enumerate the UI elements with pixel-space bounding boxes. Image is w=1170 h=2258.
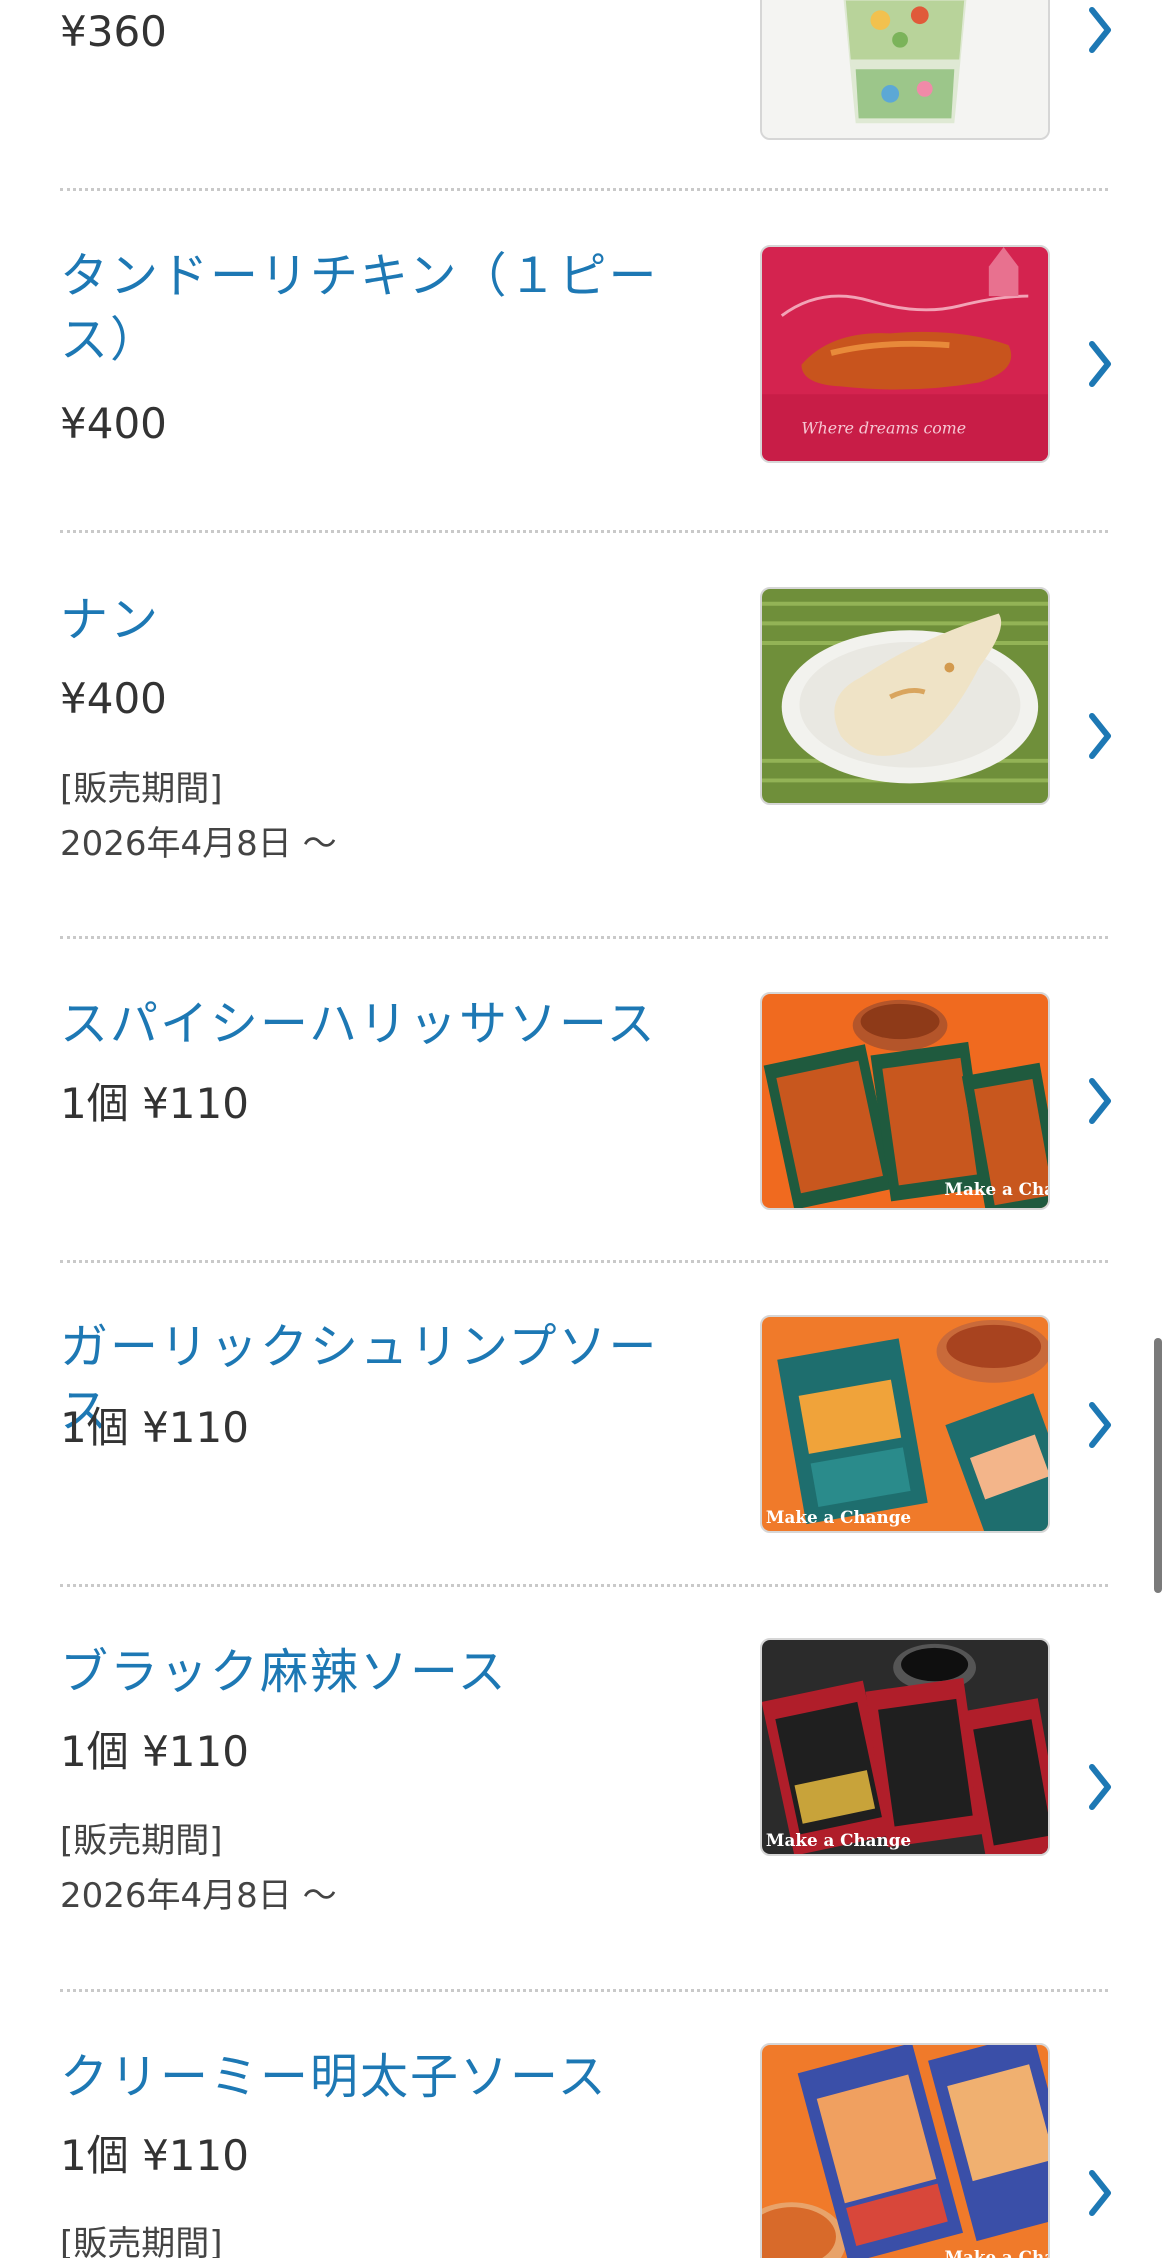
- item-image-tandoori-chicken[interactable]: Where dreams come: [760, 245, 1050, 463]
- item-name[interactable]: タンドーリチキン（１ピース）: [60, 244, 680, 372]
- chevron-right-icon[interactable]: [1080, 706, 1120, 766]
- chevron-right-icon[interactable]: [1080, 1757, 1120, 1817]
- svg-text:Where dreams come: Where dreams come: [801, 419, 966, 438]
- svg-text:Make a Change: Make a Change: [766, 1830, 911, 1850]
- item-image-naan[interactable]: [760, 587, 1050, 805]
- divider: [60, 1260, 1108, 1263]
- item-image-salad-cup[interactable]: [760, 0, 1050, 140]
- chevron-right-icon[interactable]: [1080, 334, 1120, 394]
- item-image-black-mala-sauce[interactable]: Make a Change: [760, 1638, 1050, 1856]
- item-price: ¥400: [60, 399, 167, 448]
- divider: [60, 188, 1108, 191]
- item-image-mentaiko-sauce[interactable]: Make a Change: [760, 2043, 1050, 2258]
- sales-period-date: 2026年4月8日 ～: [60, 1876, 337, 1916]
- item-price: 1個 ¥110: [60, 1727, 249, 1776]
- item-name[interactable]: スパイシーハリッサソース: [60, 992, 680, 1056]
- chevron-right-icon[interactable]: [1080, 1395, 1120, 1455]
- item-price: 1個 ¥110: [60, 1079, 249, 1128]
- item-price: ¥400: [60, 674, 167, 723]
- item-name[interactable]: ブラック麻辣ソース: [60, 1640, 680, 1704]
- item-image-garlic-shrimp-sauce[interactable]: Make a Change: [760, 1315, 1050, 1533]
- item-name[interactable]: ナン: [60, 588, 680, 652]
- svg-text:Make a Change: Make a Change: [944, 1179, 1048, 1199]
- sales-period-label: [販売期間]: [60, 2224, 223, 2258]
- svg-text:Make a Change: Make a Change: [944, 2247, 1048, 2258]
- scrollbar[interactable]: [1154, 1338, 1162, 1593]
- divider: [60, 1989, 1108, 1992]
- divider: [60, 936, 1108, 939]
- sales-period-date: 2026年4月8日 ～: [60, 824, 337, 864]
- divider: [60, 530, 1108, 533]
- sales-period-label: [販売期間]: [60, 769, 223, 809]
- svg-text:Make a Change: Make a Change: [766, 1507, 911, 1527]
- item-price: ¥360: [60, 7, 167, 56]
- menu-list-page: ¥360 タンドーリチキン（１ピース） ¥400 Where dreams co…: [0, 0, 1170, 2258]
- item-image-harissa-sauce[interactable]: Make a Change: [760, 992, 1050, 1210]
- item-price: 1個 ¥110: [60, 1403, 249, 1452]
- sales-period-label: [販売期間]: [60, 1821, 223, 1861]
- item-price: 1個 ¥110: [60, 2131, 249, 2180]
- divider: [60, 1584, 1108, 1587]
- item-name[interactable]: クリーミー明太子ソース: [60, 2045, 680, 2109]
- chevron-right-icon[interactable]: [1080, 2163, 1120, 2223]
- chevron-right-icon[interactable]: [1080, 0, 1120, 60]
- chevron-right-icon[interactable]: [1080, 1071, 1120, 1131]
